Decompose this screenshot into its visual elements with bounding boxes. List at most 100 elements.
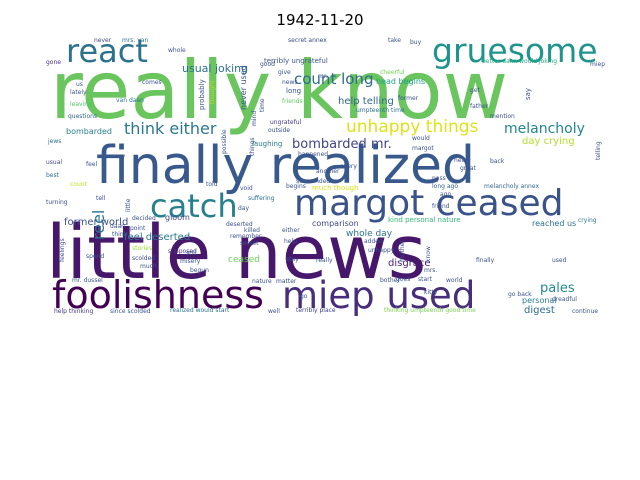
word-void: void: [240, 185, 253, 192]
word-head-begins: head begins: [376, 77, 425, 86]
word-start: start: [418, 276, 433, 283]
word-melancholy: melancholy: [504, 121, 585, 137]
word-great: great: [460, 165, 477, 172]
word-things: things: [249, 137, 256, 156]
word-ungrateful: ungrateful: [270, 119, 302, 126]
word-told: told: [206, 181, 218, 188]
word-reached-us: reached us: [532, 219, 576, 228]
word-much-though: much though: [312, 184, 359, 192]
word-world: world: [446, 277, 463, 284]
word-never-used: never used: [239, 65, 248, 110]
word-umpteenth-time: umpteenth time: [356, 107, 405, 114]
word-mind: mind: [251, 111, 258, 126]
word-still: still: [186, 250, 197, 257]
word-laughing: laughing: [252, 140, 282, 148]
word-finally: finally: [476, 257, 495, 264]
word-go-back: go back: [508, 291, 532, 298]
word-help-thinking: help thinking: [54, 308, 93, 315]
word-catch: catch: [150, 187, 238, 225]
word-best: best: [46, 172, 60, 179]
word-gone: gone: [46, 59, 61, 66]
word-think-either: think either: [124, 119, 217, 138]
word-comparison: comparison: [312, 219, 359, 228]
word-us: us: [76, 81, 83, 88]
word-mention: mention: [490, 113, 515, 120]
word-take: take: [388, 37, 401, 44]
word-digest: digest: [524, 305, 555, 316]
word-miep: miep: [590, 61, 605, 68]
word-long-ago: long ago: [432, 183, 458, 190]
word-realized-would-start: realized would start: [170, 307, 230, 314]
word-unhappy: unhappy: [368, 247, 395, 254]
word-mrs-van: mrs. van: [122, 37, 148, 44]
word-suffering: suffering: [248, 195, 275, 202]
word-get: get: [470, 87, 481, 94]
word-jews: jews: [47, 138, 61, 145]
word-give: give: [278, 69, 291, 76]
word-goes: goes: [396, 276, 410, 283]
word-since-scolded: since scolded: [110, 308, 151, 315]
word-head: head: [454, 157, 469, 164]
word-used: used: [552, 257, 567, 264]
word-unhappy-things: unhappy things: [346, 117, 479, 137]
word-secret-annex: secret annex: [288, 37, 327, 44]
word-dreadful: dreadful: [552, 296, 577, 303]
word-decided: decided: [132, 215, 156, 222]
word-secret: secret: [240, 240, 259, 247]
word-day: day: [238, 205, 249, 212]
word-remember: remember: [230, 233, 262, 240]
word-stories: stories: [132, 245, 152, 252]
word-feel-deserted: feel deserted: [124, 232, 190, 243]
word-leaving: leaving: [70, 101, 92, 108]
word-mrs: mrs.: [424, 267, 437, 274]
word-margot: margot: [412, 145, 434, 152]
word-bombarded: bombarded: [66, 127, 112, 136]
word-help-telling: help telling: [338, 96, 394, 107]
word-begun: begun: [190, 267, 209, 274]
word-well: well: [268, 308, 280, 315]
word-comes: comes: [142, 79, 162, 86]
word-gloom: gloom: [165, 213, 190, 222]
word-buy: buy: [410, 39, 422, 46]
word-every: every: [340, 163, 357, 170]
word-telling: telling: [595, 141, 602, 160]
word-better-daan-would-joking: better daan would joking: [482, 58, 557, 65]
word-scolded: scolded: [132, 255, 155, 262]
word-cheerful: cheerful: [380, 69, 405, 76]
word-added: added: [364, 238, 383, 245]
word-lately: lately: [70, 89, 87, 96]
word-much: much: [140, 263, 157, 270]
word-point: point: [130, 225, 146, 232]
word-spend: spend: [86, 253, 104, 260]
word-crying: crying: [578, 217, 597, 224]
word-mother: mother: [399, 240, 406, 262]
word-really: really: [316, 257, 333, 264]
word-thought: thought: [209, 80, 216, 104]
word-continue: continue: [572, 308, 598, 315]
word-back: back: [490, 158, 505, 165]
word-feel: feel: [86, 161, 97, 168]
word-whole: whole: [168, 47, 186, 54]
word-happened: happened: [298, 151, 328, 158]
word-think: think: [112, 231, 128, 238]
word-cry: cry: [116, 153, 126, 160]
word-feelings: feelings: [59, 238, 66, 262]
word-father: father: [470, 103, 489, 110]
word-mr-dussel: mr. dussel: [72, 277, 103, 284]
word-ago: ago: [440, 191, 451, 198]
word-go: go: [300, 293, 308, 300]
word-melancholy-annex: melancholy annex: [484, 183, 539, 190]
word-bombarded-mr: bombarded mr.: [292, 137, 392, 152]
word-begins: begins: [286, 183, 306, 190]
word-terribly-place: terribly place: [296, 307, 336, 314]
word-pass: pass: [432, 175, 446, 182]
word-kitty: kitty: [424, 289, 438, 296]
word-probably: probably: [198, 79, 206, 110]
word-possible: possible: [221, 129, 228, 154]
word-killed: killed: [244, 227, 260, 234]
word-thinking-umpteenth-good-time: thinking umpteenth good time: [384, 307, 476, 314]
word-pales: pales: [540, 281, 575, 296]
word-former: former: [398, 95, 419, 102]
word-mr: mr.: [318, 73, 328, 80]
word-matter: matter: [276, 278, 297, 285]
